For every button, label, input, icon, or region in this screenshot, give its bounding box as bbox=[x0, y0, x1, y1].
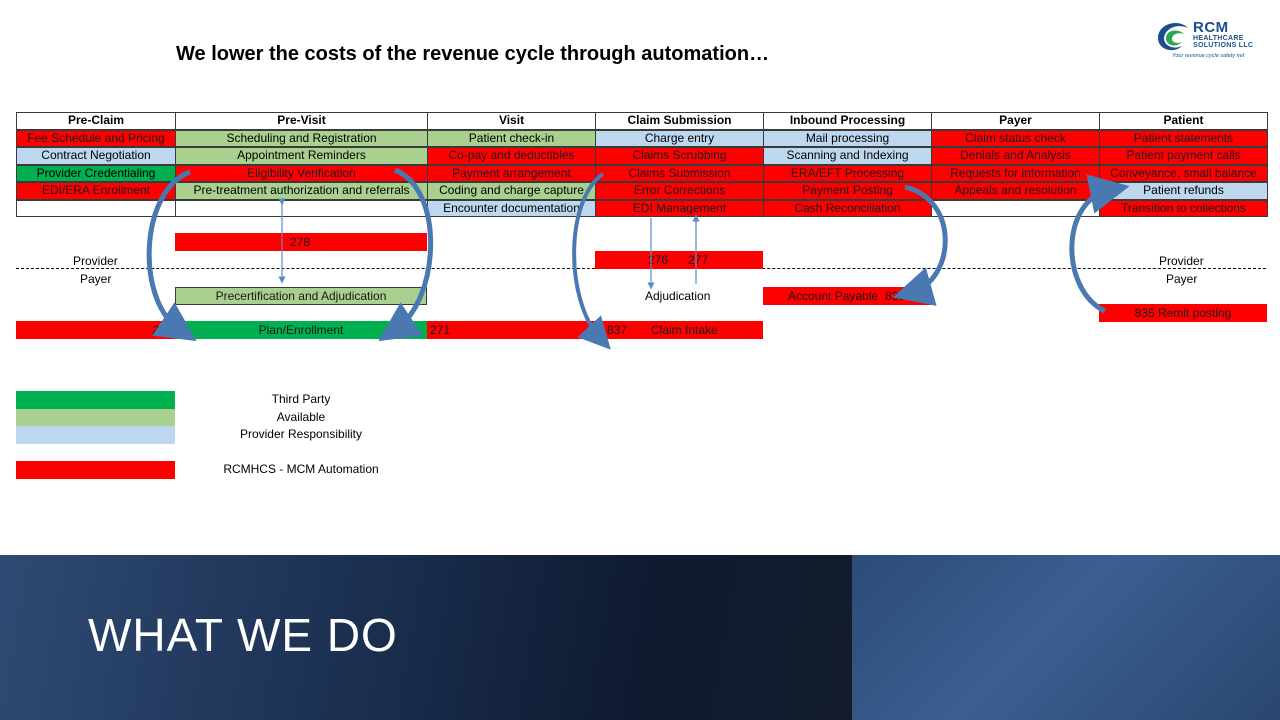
footer-title: WHAT WE DO bbox=[88, 609, 398, 661]
arrow-remit-to-refunds bbox=[1069, 174, 1130, 314]
arrow-eligibility-to-270 bbox=[146, 169, 197, 342]
footer-accent-panel bbox=[852, 555, 1280, 720]
flow-arrows bbox=[146, 167, 1130, 350]
arrow-posting-to-payable bbox=[892, 184, 948, 306]
arrow-submission-to-837 bbox=[572, 172, 611, 350]
arrow-reminders-to-plan bbox=[378, 167, 434, 342]
